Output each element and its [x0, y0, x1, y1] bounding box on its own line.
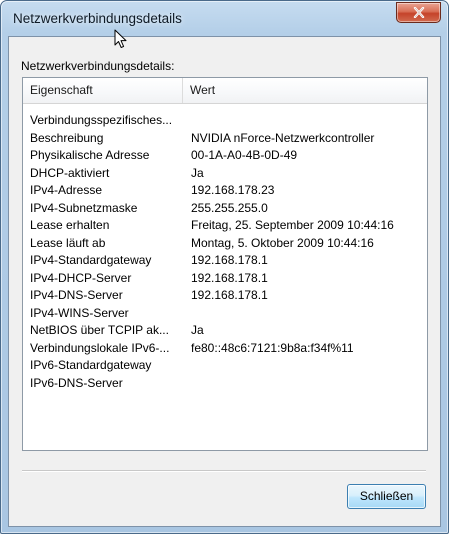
value-cell: 00-1A-A0-4B-0D-49: [191, 148, 298, 162]
column-header-property[interactable]: Eigenschaft: [23, 78, 183, 103]
value-cell: Ja: [191, 165, 204, 180]
property-cell: IPv6-Standardgateway: [30, 358, 152, 372]
value-cell: Montag, 5. Oktober 2009 10:44:16: [191, 235, 374, 250]
table-row[interactable]: IPv4-DNS-Server 192.168.178.1: [23, 287, 427, 305]
table-row[interactable]: IPv4-Adresse 192.168.178.23: [23, 182, 427, 200]
close-icon: [413, 7, 424, 18]
table-row[interactable]: Verbindungslokale IPv6-... fe80::48c6:712…: [23, 340, 427, 358]
window-title: Netzwerkverbindungsdetails: [13, 11, 182, 26]
property-cell: Lease läuft ab: [30, 235, 106, 250]
property-cell: IPv4-WINS-Server: [30, 305, 129, 320]
table-row[interactable]: IPv4-Standardgateway 192.168.178.1: [23, 252, 427, 270]
property-cell: DHCP-aktiviert: [30, 165, 110, 180]
property-cell: IPv6-DNS-Server: [30, 375, 123, 390]
title-bar[interactable]: Netzwerkverbindungsdetails: [1, 1, 448, 35]
table-row[interactable]: IPv6-DNS-Server: [23, 375, 427, 393]
value-cell: 192.168.178.1: [191, 288, 268, 302]
details-label: Netzwerkverbindungsdetails:: [21, 59, 175, 73]
property-cell: Verbindungsspezifisches...: [30, 113, 173, 127]
property-cell: IPv4-Subnetzmaske: [30, 200, 138, 215]
property-cell: IPv4-Standardgateway: [30, 253, 152, 267]
property-cell: IPv4-DHCP-Server: [30, 270, 132, 285]
value-cell: NVIDIA nForce-Netzwerkcontroller: [191, 130, 375, 145]
close-button[interactable]: Schließen: [347, 484, 426, 509]
table-row[interactable]: IPv4-Subnetzmaske 255.255.255.0: [23, 200, 427, 218]
dialog-content: Netzwerkverbindungsdetails: Eigenschaft …: [8, 36, 441, 527]
table-row[interactable]: Lease erhalten Freitag, 25. September 200…: [23, 217, 427, 235]
property-cell: Lease erhalten: [30, 218, 110, 232]
value-cell: 192.168.178.1: [191, 270, 268, 285]
table-row[interactable]: IPv4-DHCP-Server 192.168.178.1: [23, 270, 427, 288]
dialog-window: Netzwerkverbindungsdetails Netzwerkverbi…: [0, 0, 449, 534]
details-list[interactable]: Eigenschaft Wert Verbindungsspezifisches…: [22, 77, 428, 451]
property-cell: Verbindungslokale IPv6-...: [30, 340, 170, 355]
value-cell: Freitag, 25. September 2009 10:44:16: [191, 218, 394, 232]
table-row[interactable]: Lease läuft ab Montag, 5. Oktober 2009 10…: [23, 235, 427, 253]
table-row[interactable]: NetBIOS über TCPIP ak... Ja: [23, 322, 427, 340]
separator-line: [22, 470, 426, 472]
table-row[interactable]: Beschreibung NVIDIA nForce-Netzwerkcontro…: [23, 130, 427, 148]
table-row[interactable]: IPv4-WINS-Server: [23, 305, 427, 323]
list-header: Eigenschaft Wert: [23, 78, 427, 104]
column-header-value[interactable]: Wert: [183, 78, 427, 103]
list-rows: Verbindungsspezifisches... Beschreibung NV…: [23, 112, 427, 392]
mouse-cursor-icon: [114, 29, 127, 48]
value-cell: 255.255.255.0: [191, 200, 268, 215]
window-close-button[interactable]: [396, 2, 441, 23]
table-row[interactable]: Verbindungsspezifisches...: [23, 112, 427, 130]
table-row[interactable]: DHCP-aktiviert Ja: [23, 165, 427, 183]
value-cell: fe80::48c6:7121:9b8a:f34f%11: [191, 340, 354, 355]
table-row[interactable]: IPv6-Standardgateway: [23, 357, 427, 375]
property-cell: Beschreibung: [30, 130, 104, 145]
property-cell: NetBIOS über TCPIP ak...: [30, 323, 169, 337]
property-cell: IPv4-Adresse: [30, 183, 103, 197]
value-cell: 192.168.178.1: [191, 253, 268, 267]
property-cell: Physikalische Adresse: [30, 148, 150, 162]
value-cell: Ja: [191, 323, 204, 337]
property-cell: IPv4-DNS-Server: [30, 288, 123, 302]
value-cell: 192.168.178.23: [191, 183, 275, 197]
table-row[interactable]: Physikalische Adresse 00-1A-A0-4B-0D-49: [23, 147, 427, 165]
